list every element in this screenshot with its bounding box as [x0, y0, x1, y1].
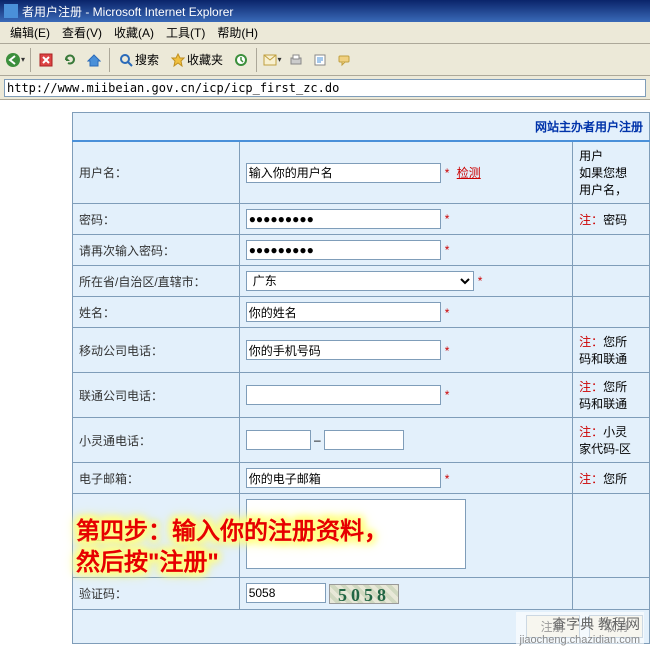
menu-help[interactable]: 帮助(H)	[211, 24, 264, 41]
email-label: 电子邮箱：	[73, 463, 240, 494]
required-star: *	[478, 274, 483, 288]
password-input[interactable]	[246, 209, 441, 229]
password2-input[interactable]	[246, 240, 441, 260]
home-button[interactable]	[83, 49, 105, 71]
ie-icon	[4, 4, 18, 18]
history-button[interactable]	[230, 49, 252, 71]
unicom-input[interactable]	[246, 385, 441, 405]
captcha-label: 验证码：	[73, 578, 240, 610]
required-star: *	[445, 243, 450, 257]
required-star: *	[445, 388, 450, 402]
annotation-line2: 然后按"注册"	[76, 547, 388, 578]
province-note	[573, 266, 650, 297]
unicom-note: 注：您所码和联通	[573, 373, 650, 418]
separator	[256, 48, 257, 72]
watermark-url: jiaocheng.chazidian.com	[520, 634, 640, 646]
check-username-link[interactable]: 检测	[457, 166, 481, 180]
captcha-note	[573, 578, 650, 610]
password2-note	[573, 235, 650, 266]
password-note: 注：密码	[573, 204, 650, 235]
username-label: 用户名：	[73, 141, 240, 204]
title-bar: 者用户注册 - Microsoft Internet Explorer	[0, 0, 650, 22]
toolbar: 搜索 收藏夹	[0, 44, 650, 76]
unicom-label: 联通公司电话：	[73, 373, 240, 418]
province-label: 所在省/自治区/直辖市：	[73, 266, 240, 297]
name-label: 姓名：	[73, 297, 240, 328]
username-input[interactable]	[246, 163, 441, 183]
address-bar: http://www.miibeian.gov.cn/icp/icp_first…	[0, 76, 650, 100]
email-note: 注：您所	[573, 463, 650, 494]
password-label: 密码：	[73, 204, 240, 235]
page-header: 网站主办者用户注册	[73, 113, 650, 142]
required-star: *	[445, 344, 450, 358]
phs-note: 注：小灵家代码-区	[573, 418, 650, 463]
address-input[interactable]: http://www.miibeian.gov.cn/icp/icp_first…	[4, 79, 646, 97]
required-star: *	[445, 306, 450, 320]
mobile-note: 注：您所码和联通	[573, 328, 650, 373]
name-note	[573, 297, 650, 328]
search-label: 搜索	[135, 51, 159, 68]
menu-edit[interactable]: 编辑(E)	[4, 24, 56, 41]
edit-button[interactable]	[309, 49, 331, 71]
back-button[interactable]	[4, 49, 26, 71]
remark-note	[573, 494, 650, 578]
username-note: 用户如果您想用户名，	[573, 141, 650, 204]
province-select[interactable]: 广东	[246, 271, 474, 291]
phs-label: 小灵通电话：	[73, 418, 240, 463]
menu-tools[interactable]: 工具(T)	[160, 24, 211, 41]
mobile-input[interactable]	[246, 340, 441, 360]
menu-favorites[interactable]: 收藏(A)	[108, 24, 160, 41]
print-button[interactable]	[285, 49, 307, 71]
mobile-label: 移动公司电话：	[73, 328, 240, 373]
required-star: *	[445, 166, 450, 180]
captcha-image: 5058	[329, 584, 399, 604]
captcha-input[interactable]	[246, 583, 326, 603]
window-title: 者用户注册 - Microsoft Internet Explorer	[22, 3, 233, 20]
favorites-label: 收藏夹	[187, 51, 223, 68]
required-star: *	[445, 472, 450, 486]
discuss-button[interactable]	[333, 49, 355, 71]
watermark-title: 查字典 教程网	[520, 614, 640, 634]
phs-number-input[interactable]	[324, 430, 404, 450]
menu-view[interactable]: 查看(V)	[56, 24, 108, 41]
email-input[interactable]	[246, 468, 441, 488]
refresh-button[interactable]	[59, 49, 81, 71]
separator	[109, 48, 110, 72]
favorites-button[interactable]: 收藏夹	[166, 49, 228, 71]
name-input[interactable]	[246, 302, 441, 322]
menu-bar: 编辑(E) 查看(V) 收藏(A) 工具(T) 帮助(H)	[0, 22, 650, 44]
required-star: *	[445, 212, 450, 226]
phs-area-input[interactable]	[246, 430, 311, 450]
annotation-line1: 第四步：输入你的注册资料，	[76, 516, 388, 547]
tutorial-annotation: 第四步：输入你的注册资料， 然后按"注册"	[76, 516, 388, 578]
watermark: 查字典 教程网 jiaocheng.chazidian.com	[516, 612, 644, 648]
phs-dash: –	[314, 433, 321, 447]
password2-label: 请再次输入密码：	[73, 235, 240, 266]
mail-button[interactable]	[261, 49, 283, 71]
search-button[interactable]: 搜索	[114, 49, 164, 71]
stop-button[interactable]	[35, 49, 57, 71]
separator	[30, 48, 31, 72]
